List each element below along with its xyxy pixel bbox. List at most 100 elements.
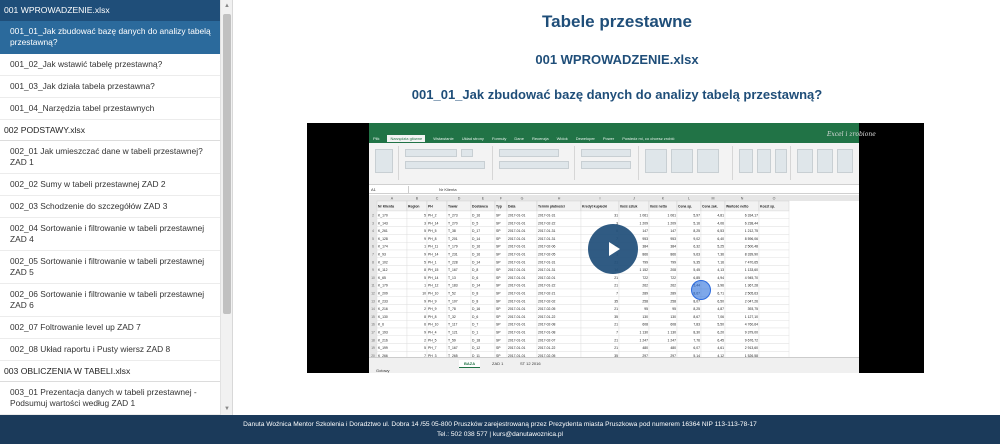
lesson-title: 001_01_Jak zbudować bazę danych do anali… (411, 87, 823, 102)
excel-cell: 2017-02-08 (538, 323, 555, 327)
excel-column-letter: N (741, 197, 744, 201)
lesson-item[interactable]: 001_04_Narzędzia tabel przestawnych (0, 98, 221, 120)
scroll-thumb[interactable] (223, 14, 231, 314)
excel-cell: 4,06 (717, 221, 724, 225)
lesson-item[interactable]: 002_08 Układ raportu i Pusty wiersz ZAD … (0, 339, 221, 361)
excel-sheet-tab: BAZA (459, 360, 481, 368)
excel-row-number: 10 (371, 276, 375, 280)
excel-cell: SP (496, 214, 501, 218)
lesson-item[interactable]: 001_03_Jak działa tabela przestawna? (0, 76, 221, 98)
sidebar-scrollbar[interactable]: ▲ ▼ (220, 0, 232, 415)
excel-tab: Układ strony (461, 135, 484, 141)
excel-cell: 7 (616, 292, 618, 296)
excel-cell: 130 (670, 315, 676, 319)
section-header[interactable]: 001 WPROWADZENIE.xlsx (0, 0, 221, 21)
lesson-item[interactable]: 002_02 Sumy w tabeli przestawnej ZAD 2 (0, 174, 221, 196)
excel-cell: 608 (670, 323, 676, 327)
excel-cell: 130 (642, 315, 648, 319)
excel-cell: 95 (644, 307, 648, 311)
excel-cell: 2017-01-01 (508, 214, 525, 218)
excel-cell: 2017-01-31 (538, 214, 555, 218)
excel-cell: 262 (642, 284, 648, 288)
section-header[interactable]: 002 PODSTAWY.xlsx (0, 120, 221, 141)
excel-cell: 2017-02-05 (538, 307, 555, 311)
excel-row-number: 8 (372, 260, 374, 264)
excel-row-number: 7 (372, 253, 374, 257)
lesson-item[interactable]: 001_02_Jak wstawić tabelę przestawną? (0, 54, 221, 76)
excel-cell: T_38 (448, 229, 456, 233)
excel-cell: 35 (614, 299, 618, 303)
excel-cell: T_270 (448, 221, 458, 225)
excel-cell: 1 247 (668, 338, 677, 342)
excel-cell: SP (496, 338, 501, 342)
excel-cell: 2017-02-05 (538, 253, 555, 257)
excel-row-number: 15 (371, 315, 375, 319)
excel-cell: T_13 (448, 276, 456, 280)
footer-contact: Tel.: 502 038 577 | kurs@danutawoznica.p… (436, 431, 564, 438)
excel-cell: PH_5 (428, 338, 437, 342)
lesson-item[interactable]: 003_01 Prezentacja danych w tabeli przes… (0, 382, 221, 415)
excel-cell: 2017-01-22 (538, 315, 555, 319)
excel-row-number: 19 (371, 346, 375, 350)
excel-cell: K_128 (378, 237, 388, 241)
play-button[interactable] (588, 224, 638, 274)
excel-row-number: 16 (371, 323, 375, 327)
excel-cell: T_117 (448, 323, 457, 327)
excel-cell: PH_8 (428, 315, 437, 319)
excel-cell: SP (496, 315, 501, 319)
excel-cell: PH_10 (428, 323, 438, 327)
excel-cell: 9 379,00 (745, 331, 758, 335)
excel-cell: 1 130 (668, 331, 677, 335)
section-header[interactable]: 003 OBLICZENIA W TABELI.xlsx (0, 361, 221, 382)
excel-cell: 5 (424, 346, 426, 350)
excel-cell: 4,13 (717, 268, 724, 272)
scroll-down-icon[interactable]: ▼ (221, 403, 232, 415)
lesson-item[interactable]: 002_05 Sortowanie i filtrowanie w tabeli… (0, 251, 221, 284)
excel-cell: SP (496, 323, 501, 327)
excel-row-number: 2 (372, 214, 374, 218)
excel-cell: 866 (670, 253, 676, 257)
excel-column-letter: C (436, 197, 439, 201)
excel-header-cell: Dostawca (472, 205, 488, 209)
excel-row-number: 13 (371, 299, 375, 303)
scroll-up-icon[interactable]: ▲ (221, 0, 232, 12)
excel-cell: 3 (424, 221, 426, 225)
excel-cell: D_12 (472, 346, 480, 350)
excel-tab: Dane (514, 135, 524, 141)
excel-cell: 2017-01-01 (508, 253, 525, 257)
lesson-item[interactable]: 002_01 Jak umieszczać dane w tabeli prze… (0, 141, 221, 174)
excel-cell: 5 (424, 214, 426, 218)
lesson-sidebar: 001 WPROWADZENIE.xlsx 001_01_Jak zbudować… (0, 0, 233, 415)
excel-cell: K_102 (378, 260, 388, 264)
excel-cell: 5,25 (717, 245, 724, 249)
lesson-item[interactable]: 002_03 Schodzenie do szczegółów ZAD 3 (0, 196, 221, 218)
lesson-item[interactable]: 001_01_Jak zbudować bazę danych do anali… (0, 21, 221, 54)
excel-cell: K_261 (378, 229, 388, 233)
lesson-item[interactable]: 002_04 Sortowanie i filtrowanie w tabeli… (0, 218, 221, 251)
excel-cell: 6,32 (693, 245, 700, 249)
excel-cell: D_8 (472, 268, 478, 272)
channel-watermark: Excel i zrobione (827, 131, 876, 138)
excel-formula-bar: A1 Nr Klienta (369, 185, 859, 194)
excel-cell: T_179 (448, 245, 458, 249)
excel-row-number: 4 (372, 229, 374, 233)
excel-cell: 7,36 (717, 253, 724, 257)
excel-cell: 258 (642, 299, 648, 303)
excel-cell: D_16 (472, 214, 480, 218)
excel-cell: 5,50 (717, 323, 724, 327)
lesson-item[interactable]: 002_07 Foltrowanie level up ZAD 7 (0, 317, 221, 339)
excel-sheet-tab: ST 12 2016 (520, 361, 541, 366)
excel-cell: 799 (670, 260, 676, 264)
video-player[interactable]: Plik Narzędzia główne Wstawianie Układ stro… (307, 123, 924, 373)
excel-cell: 21 (614, 307, 618, 311)
excel-cell: D_16 (472, 307, 480, 311)
excel-ribbon-tabs: Plik Narzędzia główne Wstawianie Układ stro… (369, 133, 859, 143)
excel-cell: PH_14 (428, 253, 438, 257)
excel-row-number: 18 (371, 338, 375, 342)
excel-row-number: 5 (372, 237, 374, 241)
excel-cell: 2017-01-01 (508, 229, 525, 233)
excel-cell: 2 913,60 (745, 346, 758, 350)
excel-cell: D_7 (472, 323, 478, 327)
lesson-item[interactable]: 002_06 Sortowanie i filtrowanie w tabeli… (0, 284, 221, 317)
excel-sheet-tabs: BAZA ZAD 1 ST 12 2016 Gotowy (369, 357, 859, 373)
